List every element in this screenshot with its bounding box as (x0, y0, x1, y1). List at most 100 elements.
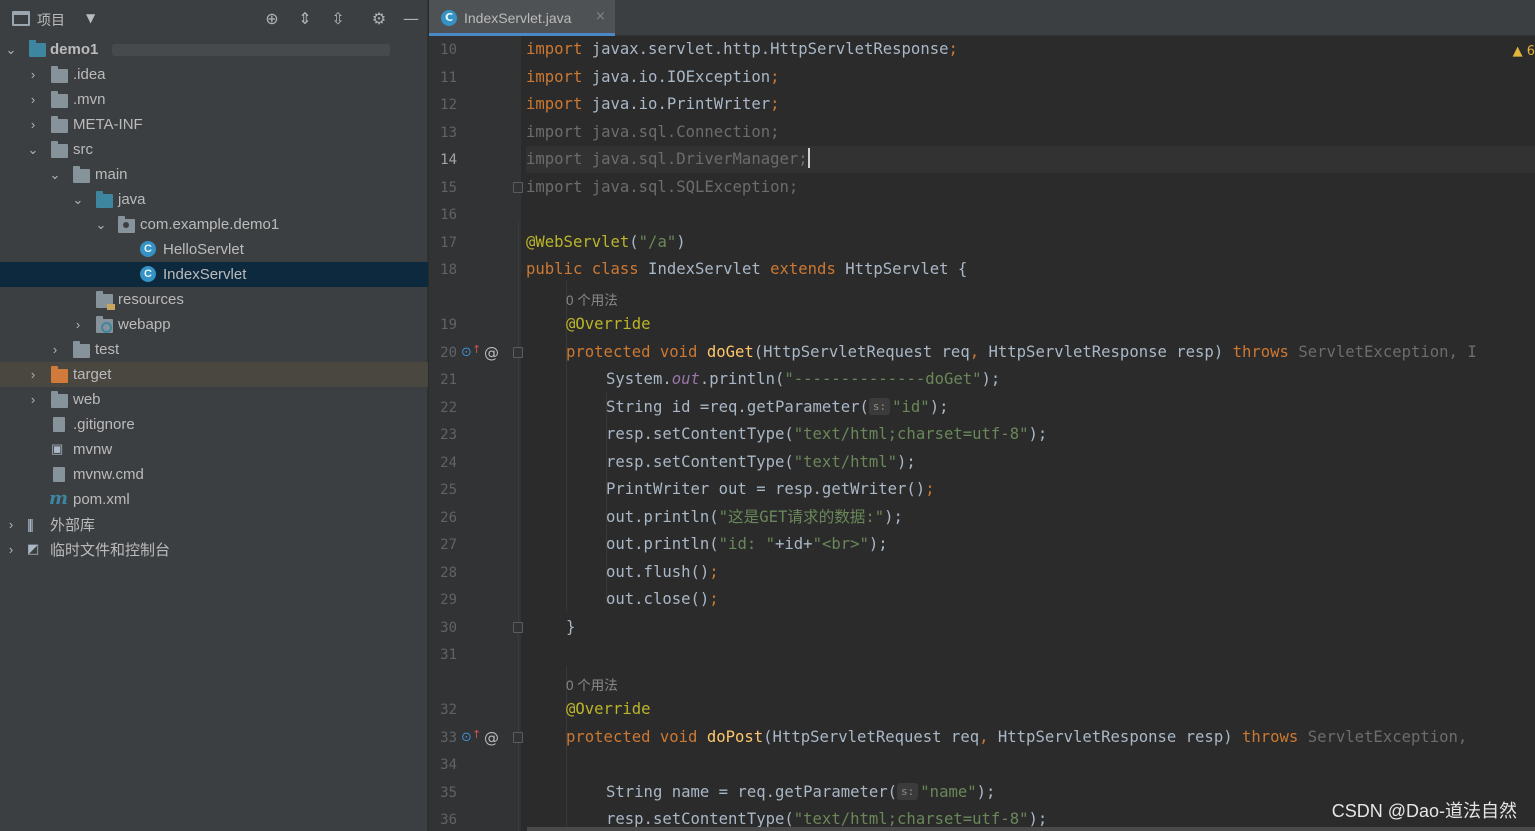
fold-marker-icon[interactable] (513, 181, 523, 193)
line-number-gutter[interactable]: 10 11 12 13 14 15 16 17 18 19 20 21 22 23 24 25 26 27 28 29… (429, 36, 523, 831)
code-token: throws (1241, 727, 1299, 746)
warning-indicator[interactable]: ▲ 6 (1513, 44, 1535, 59)
line-number: 21 (440, 372, 457, 388)
tree-node-web[interactable]: › web (0, 387, 428, 412)
annotation-marker-icon[interactable]: @ (484, 729, 499, 747)
code-line[interactable]: import java.io.PrintWriter; (526, 91, 1535, 118)
tree-node-meta-inf[interactable]: › META-INF (0, 112, 428, 137)
chevron-right-icon[interactable]: › (26, 117, 40, 132)
code-line[interactable]: protected void doGet(HttpServletRequest … (526, 339, 1535, 366)
code-line[interactable]: protected void doPost(HttpServletRequest… (526, 724, 1535, 751)
code-line[interactable]: out.flush(); (526, 559, 1535, 586)
override-marker-icon[interactable]: ⊙ (461, 730, 472, 745)
tree-node-label: mvnw (73, 441, 113, 458)
script-file-icon: ▣ (51, 441, 64, 456)
tree-node-main[interactable]: ⌄ main (0, 162, 428, 187)
code-line[interactable]: resp.setContentType("text/html"); (526, 449, 1535, 476)
chevron-down-icon[interactable]: ▼ (86, 11, 95, 25)
chevron-down-icon[interactable]: ⌄ (26, 142, 40, 158)
tree-node-java[interactable]: ⌄ java (0, 187, 428, 212)
code-line[interactable]: System.out.println("--------------doGet"… (526, 366, 1535, 393)
fold-marker-icon[interactable] (513, 731, 523, 743)
tree-node-src[interactable]: ⌄ src (0, 137, 428, 162)
code-line[interactable]: } (526, 614, 1535, 641)
chevron-down-icon[interactable]: ⌄ (48, 167, 62, 183)
fold-marker-icon[interactable] (513, 621, 523, 633)
chevron-right-icon[interactable]: › (26, 392, 40, 407)
tree-node-pom[interactable]: m pom.xml (0, 487, 428, 512)
chevron-right-icon[interactable]: › (26, 67, 40, 82)
panel-title[interactable]: 项目 (37, 10, 65, 30)
code-token: protected void (566, 727, 698, 746)
fold-marker-icon[interactable] (513, 346, 523, 358)
tree-node-resources[interactable]: resources (0, 287, 428, 312)
code-token: +id+ (775, 535, 813, 553)
tree-node-scratches[interactable]: › ◩ 临时文件和控制台 (0, 537, 428, 562)
expand-all-icon[interactable]: ⇕ (295, 9, 315, 29)
code-line[interactable]: import java.sql.DriverManager; (526, 146, 1535, 173)
tree-node-target[interactable]: › target (0, 362, 428, 387)
code-line[interactable]: import javax.servlet.http.HttpServletRes… (526, 36, 1535, 63)
code-line[interactable]: @Override (526, 696, 1535, 723)
chevron-right-icon[interactable]: › (4, 542, 18, 557)
chevron-right-icon[interactable]: › (26, 92, 40, 107)
close-icon[interactable]: × (595, 9, 606, 24)
code-line[interactable]: import java.io.IOException; (526, 64, 1535, 91)
code-token: resp.setContentType( (606, 452, 794, 471)
folder-icon (51, 66, 68, 83)
tree-node-webapp[interactable]: › webapp (0, 312, 428, 337)
tree-node-label: src (73, 141, 93, 158)
code-area[interactable]: 0 个用法 0 个用法 import javax.servlet.http.Http… (526, 36, 1535, 831)
tree-node-demo1[interactable]: ⌄ demo1 (0, 37, 428, 62)
code-line[interactable]: @Override (526, 311, 1535, 338)
tree-node-mvn[interactable]: › .mvn (0, 87, 428, 112)
code-token: @Override (566, 700, 651, 718)
code-line[interactable]: resp.setContentType("text/html;charset=u… (526, 421, 1535, 448)
tree-node-package[interactable]: ⌄ com.example.demo1 (0, 212, 428, 237)
code-token: PrintWriter out = resp.getWriter() (606, 480, 926, 498)
tree-node-indexservlet[interactable]: C IndexServlet (0, 262, 428, 287)
horizontal-scrollbar[interactable] (527, 827, 1535, 831)
chevron-down-icon[interactable]: ⌄ (94, 217, 108, 233)
code-token: javax.servlet.http.HttpServletResponse (582, 40, 949, 58)
code-line[interactable]: String id =req.getParameter(s: "id"); (526, 394, 1535, 421)
tree-node-mvnw-cmd[interactable]: mvnw.cmd (0, 462, 428, 487)
tree-node-idea[interactable]: › .idea (0, 62, 428, 87)
tree-node-mvnw[interactable]: ▣ mvnw (0, 437, 428, 462)
tab-indexservlet[interactable]: C IndexServlet.java × (429, 0, 615, 36)
code-token: String name = req.getParameter( (606, 782, 898, 801)
code-line[interactable]: out.close(); (526, 586, 1535, 613)
chevron-down-icon[interactable]: ⌄ (4, 42, 18, 58)
tree-node-external-libraries[interactable]: › ||| 外部库 (0, 512, 428, 537)
code-line[interactable]: import java.sql.SQLException; (526, 174, 1535, 201)
parameter-hint: s: (897, 782, 919, 800)
gear-icon[interactable]: ⚙ (369, 9, 389, 29)
minimize-icon[interactable]: — (401, 9, 421, 29)
tree-node-helloservlet[interactable]: C HelloServlet (0, 237, 428, 262)
chevron-right-icon[interactable]: › (48, 342, 62, 357)
code-token: HttpServletResponse resp) (988, 727, 1242, 746)
chevron-down-icon[interactable]: ⌄ (71, 192, 85, 208)
code-token: import (526, 67, 583, 86)
code-token: ) (676, 232, 686, 251)
collapse-all-icon[interactable]: ⇳ (328, 9, 348, 29)
code-line[interactable]: out.println("这是GET请求的数据:"); (526, 504, 1535, 531)
arrow-up-icon[interactable]: ↑ (472, 343, 481, 356)
chevron-right-icon[interactable]: › (4, 517, 18, 532)
usage-hint[interactable]: 0 个用法 (566, 289, 618, 309)
tree-node-label: mvnw.cmd (73, 466, 144, 483)
code-line[interactable]: public class IndexServlet extends HttpSe… (526, 256, 1535, 283)
arrow-up-icon[interactable]: ↑ (472, 728, 481, 741)
override-marker-icon[interactable]: ⊙ (461, 345, 472, 360)
code-line[interactable]: out.println("id: "+id+"<br>"); (526, 531, 1535, 558)
chevron-right-icon[interactable]: › (71, 317, 85, 332)
tree-node-gitignore[interactable]: .gitignore (0, 412, 428, 437)
code-line[interactable]: PrintWriter out = resp.getWriter(); (526, 476, 1535, 503)
usage-hint[interactable]: 0 个用法 (566, 674, 618, 694)
tree-node-test[interactable]: › test (0, 337, 428, 362)
code-line[interactable]: import java.sql.Connection; (526, 119, 1535, 146)
chevron-right-icon[interactable]: › (26, 367, 40, 382)
code-line[interactable]: @WebServlet("/a") (526, 229, 1535, 256)
annotation-marker-icon[interactable]: @ (484, 344, 499, 362)
locate-icon[interactable]: ⊕ (262, 9, 282, 29)
